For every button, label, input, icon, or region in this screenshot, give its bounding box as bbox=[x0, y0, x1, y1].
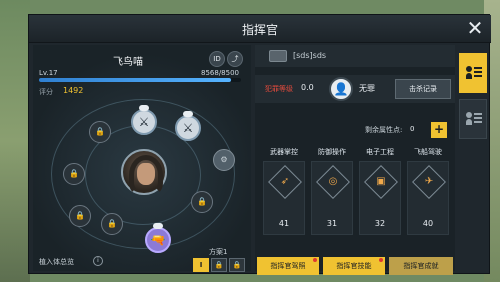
background-left bbox=[0, 0, 30, 282]
remaining-points-value: 0 bbox=[410, 125, 415, 133]
exp-text: 8568/8500 bbox=[201, 69, 239, 77]
score-label: 评分 bbox=[39, 88, 53, 96]
defense-icon: ◎ bbox=[316, 165, 350, 199]
plan-slot-2-lock-icon[interactable]: 🔒 bbox=[211, 258, 227, 272]
pilot-icon: ✈ bbox=[412, 165, 446, 199]
attribute-label: 电子工程 bbox=[366, 148, 394, 156]
crime-status: 无罪 bbox=[359, 84, 375, 93]
plan-slot-1[interactable]: I bbox=[193, 258, 209, 272]
skill-node-locked[interactable]: 🔒 bbox=[101, 213, 123, 235]
skill-node-faded[interactable]: ⚙ bbox=[213, 149, 235, 171]
attribute-label: 飞船驾驶 bbox=[414, 148, 442, 156]
add-points-button[interactable]: + bbox=[431, 122, 447, 138]
attribute-box: ◎ 31 bbox=[311, 161, 353, 235]
share-icon[interactable]: ⤴ bbox=[227, 51, 243, 67]
crime-level-value: 0.0 bbox=[301, 83, 314, 92]
info-icon[interactable]: i bbox=[93, 256, 103, 266]
player-name: 飞鸟喵 bbox=[113, 57, 143, 68]
skill-tree-panel: 飞鸟喵 ID ⤴ Lv.17 8568/8500 评分 1492 🔒 ⚔ ⚔ ⚙… bbox=[33, 45, 251, 272]
skill-node-locked[interactable]: 🔒 bbox=[89, 121, 111, 143]
attribute-value: 40 bbox=[422, 219, 434, 228]
attribute-value: 32 bbox=[374, 219, 386, 228]
weapon-icon: ➶ bbox=[268, 165, 302, 199]
notification-dot bbox=[313, 258, 317, 262]
plan-slot-3-lock-icon[interactable]: 🔒 bbox=[229, 258, 245, 272]
skill-node-unlocked[interactable]: ⚔ bbox=[131, 109, 157, 135]
kill-record-button[interactable]: 击杀记录 bbox=[395, 79, 451, 99]
profile-card-icon bbox=[466, 110, 482, 128]
skill-node-locked[interactable]: 🔒 bbox=[191, 191, 213, 213]
skill-tag bbox=[183, 111, 193, 117]
skill-node-locked[interactable]: 🔒 bbox=[63, 163, 85, 185]
attribute-weapon[interactable]: 武器掌控 ➶ 41 bbox=[263, 147, 305, 237]
attribute-box: ✈ 40 bbox=[407, 161, 449, 235]
remaining-points-label: 剩余属性点: bbox=[365, 126, 403, 134]
profile-card-icon bbox=[466, 64, 482, 82]
attribute-value: 41 bbox=[278, 219, 290, 228]
crime-level-label: 犯罪等级 bbox=[265, 85, 293, 93]
score-value: 1492 bbox=[63, 86, 84, 95]
skill-tag bbox=[153, 223, 163, 229]
guild-flag-icon bbox=[269, 50, 287, 62]
skill-node-locked[interactable]: 🔒 bbox=[69, 205, 91, 227]
attribute-label: 武器掌控 bbox=[270, 148, 298, 156]
skill-node-equipped[interactable]: 🔫 bbox=[145, 227, 171, 253]
guild-tag: [sds]sds bbox=[293, 51, 327, 60]
attribute-electronics[interactable]: 电子工程 ▣ 32 bbox=[359, 147, 401, 237]
attribute-pilot[interactable]: 飞船驾驶 ✈ 40 bbox=[407, 147, 449, 237]
close-icon[interactable]: ✕ bbox=[465, 18, 485, 39]
electronics-icon: ▣ bbox=[364, 165, 398, 199]
title-bar: 指挥官 ✕ bbox=[29, 15, 491, 43]
attribute-box: ▣ 32 bbox=[359, 161, 401, 235]
tab-profile[interactable] bbox=[459, 53, 487, 93]
attribute-box: ➶ 41 bbox=[263, 161, 305, 235]
avatar-hood bbox=[129, 155, 163, 195]
commander-skills-button[interactable]: 指挥官技能 bbox=[323, 257, 385, 275]
attribute-defense[interactable]: 防御操作 ◎ 31 bbox=[311, 147, 353, 237]
id-button[interactable]: ID bbox=[209, 51, 225, 67]
skill-node-unlocked[interactable]: ⚔ bbox=[175, 115, 201, 141]
window-title: 指挥官 bbox=[241, 23, 278, 37]
crime-row: 犯罪等级 0.0 👤 无罪 击杀记录 bbox=[255, 75, 455, 103]
plan-label: 方案1 bbox=[209, 248, 228, 256]
exp-bar bbox=[39, 78, 241, 82]
commander-avatar bbox=[121, 149, 167, 195]
skill-tag bbox=[139, 105, 149, 111]
commander-license-button[interactable]: 指挥官驾照 bbox=[257, 257, 319, 275]
implant-overview-label[interactable]: 植入体总览 bbox=[39, 257, 74, 267]
attribute-label: 防御操作 bbox=[318, 148, 346, 156]
notification-dot bbox=[379, 258, 383, 262]
commander-achievements-button[interactable]: 指挥官成就 bbox=[389, 257, 453, 275]
commander-window: 指挥官 ✕ 飞鸟喵 ID ⤴ Lv.17 8568/8500 评分 1492 🔒… bbox=[28, 14, 491, 275]
player-level: Lv.17 bbox=[39, 69, 58, 77]
attribute-value: 31 bbox=[326, 219, 338, 228]
guild-header: [sds]sds bbox=[255, 45, 455, 67]
tab-profile-secondary[interactable] bbox=[459, 99, 487, 139]
exp-bar-fill bbox=[39, 78, 231, 82]
stats-panel: [sds]sds 犯罪等级 0.0 👤 无罪 击杀记录 剩余属性点: 0 + 武… bbox=[255, 45, 455, 275]
person-icon: 👤 bbox=[329, 77, 353, 101]
